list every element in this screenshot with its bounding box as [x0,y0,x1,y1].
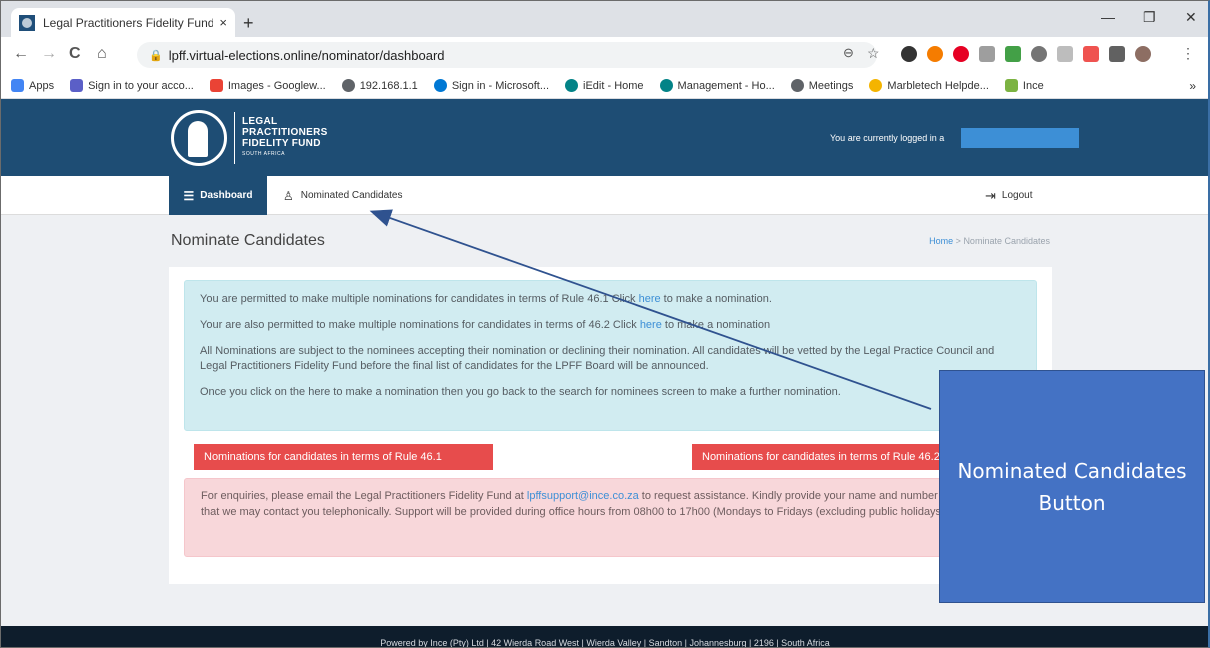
rule-462-here-link[interactable]: here [640,319,662,331]
bookmark-item[interactable]: Meetings [790,79,853,92]
extension-icon[interactable] [901,46,917,62]
globe-icon [341,79,355,92]
forward-icon[interactable]: → [41,45,57,63]
page-footer: Powered by Ince (Pty) Ltd | 42 Wierda Ro… [1,626,1208,647]
breadcrumb-current: Nominate Candidates [963,236,1050,246]
page-title: Nominate Candidates [171,232,325,249]
user-icon: ♙ [283,188,294,203]
main-nav: ☰ Dashboard ♙ Nominated Candidates ⇥ Log… [1,176,1208,215]
bookmark-item[interactable]: Sign in - Microsoft... [433,79,549,92]
tab-title: Legal Practitioners Fidelity Fund [43,15,214,30]
apps-grid-icon [11,79,24,92]
tab-close-icon[interactable]: × [219,15,227,30]
logged-in-text: You are currently logged in a [830,133,945,143]
back-icon[interactable]: ← [13,45,29,63]
logo-emblem-icon [171,110,227,166]
info-panel: You are permitted to make multiple nomin… [184,280,1037,431]
nominations-rule-461-button[interactable]: Nominations for candidates in terms of R… [194,444,493,470]
bookmark-item[interactable]: Management - Ho... [659,79,775,92]
avatar[interactable] [1135,46,1151,62]
sharepoint-icon [659,79,673,92]
breadcrumb: Home > Nominate Candidates [929,236,1050,246]
bookmarks-overflow-icon[interactable]: » [1189,79,1196,93]
reload-icon[interactable]: C [69,45,81,63]
bookmark-apps[interactable]: Apps [11,79,54,92]
bookmark-star-icon[interactable]: ☆ [867,45,880,62]
close-window-icon[interactable]: ✕ [1185,9,1197,26]
new-tab-icon[interactable]: + [243,13,254,34]
tab-strip: Legal Practitioners Fidelity Fund × + — … [1,1,1208,37]
bookmarks-bar: Apps Sign in to your acco... Images - Go… [1,73,1208,99]
bookmark-item[interactable]: Marbletech Helpde... [869,79,989,92]
hamburger-icon: ☰ [183,188,195,203]
extension-icon[interactable] [927,46,943,62]
rule-461-here-link[interactable]: here [639,293,661,305]
further-nomination-notice: Once you click on the here to make a nom… [200,386,841,398]
extension-icon[interactable] [1057,46,1073,62]
extension-icon[interactable] [1005,46,1021,62]
nav-dashboard[interactable]: ☰ Dashboard [169,176,267,215]
zoom-icon[interactable]: ⊖ [843,45,854,61]
puzzle-icon[interactable] [1109,46,1125,62]
nav-nominated-candidates[interactable]: ♙ Nominated Candidates [283,176,403,215]
pinterest-icon[interactable] [953,46,969,62]
redacted-username [961,128,1079,148]
bookmark-item[interactable]: Sign in to your acco... [70,79,194,92]
restore-icon[interactable]: ❐ [1143,9,1156,26]
logout-icon: ⇥ [985,187,996,203]
cloud-icon [433,79,447,92]
support-alert: For enquiries, please email the Legal Pr… [184,478,1037,557]
teams-icon [70,79,84,92]
bookmark-item[interactable]: Images - Googlew... [209,79,326,92]
home-icon[interactable]: ⌂ [97,45,107,63]
sharepoint-icon [565,79,579,92]
minimize-icon[interactable]: — [1101,9,1115,25]
check-icon [1004,79,1018,92]
menu-icon[interactable]: ⋮ [1181,45,1195,62]
browser-window: Legal Practitioners Fidelity Fund × + — … [0,0,1210,648]
address-bar-row: ← → C ⌂ 🔒 ⊖ ☆ ⋮ [1,37,1208,73]
annotation-callout: Nominated Candidates Button [939,370,1205,603]
globe-icon [790,79,804,92]
extension-icon[interactable] [1031,46,1047,62]
bookmark-item[interactable]: Ince [1004,79,1044,92]
vetting-notice: All Nominations are subject to the nomin… [200,345,995,372]
site-favicon-icon [19,14,35,31]
nominations-rule-462-button[interactable]: Nominations for candidates in terms of R… [692,444,952,470]
browser-tab[interactable]: Legal Practitioners Fidelity Fund × [11,8,235,37]
pdf-icon[interactable] [1083,46,1099,62]
omnibox[interactable]: 🔒 [137,42,877,68]
bookmark-item[interactable]: 192.168.1.1 [341,79,418,92]
helpdesk-icon [869,79,883,92]
bookmark-item[interactable]: iEdit - Home [565,79,644,92]
lock-icon: 🔒 [149,49,163,62]
extension-icon[interactable] [979,46,995,62]
breadcrumb-home[interactable]: Home [929,236,953,246]
support-email-link[interactable]: lpffsupport@ince.co.za [527,490,639,502]
logout-button[interactable]: ⇥ Logout [985,176,1033,215]
lpff-logo[interactable]: LEGAL PRACTITIONERS FIDELITY FUND SOUTH … [171,109,341,167]
google-icon [209,79,223,92]
url-input[interactable] [168,47,669,63]
